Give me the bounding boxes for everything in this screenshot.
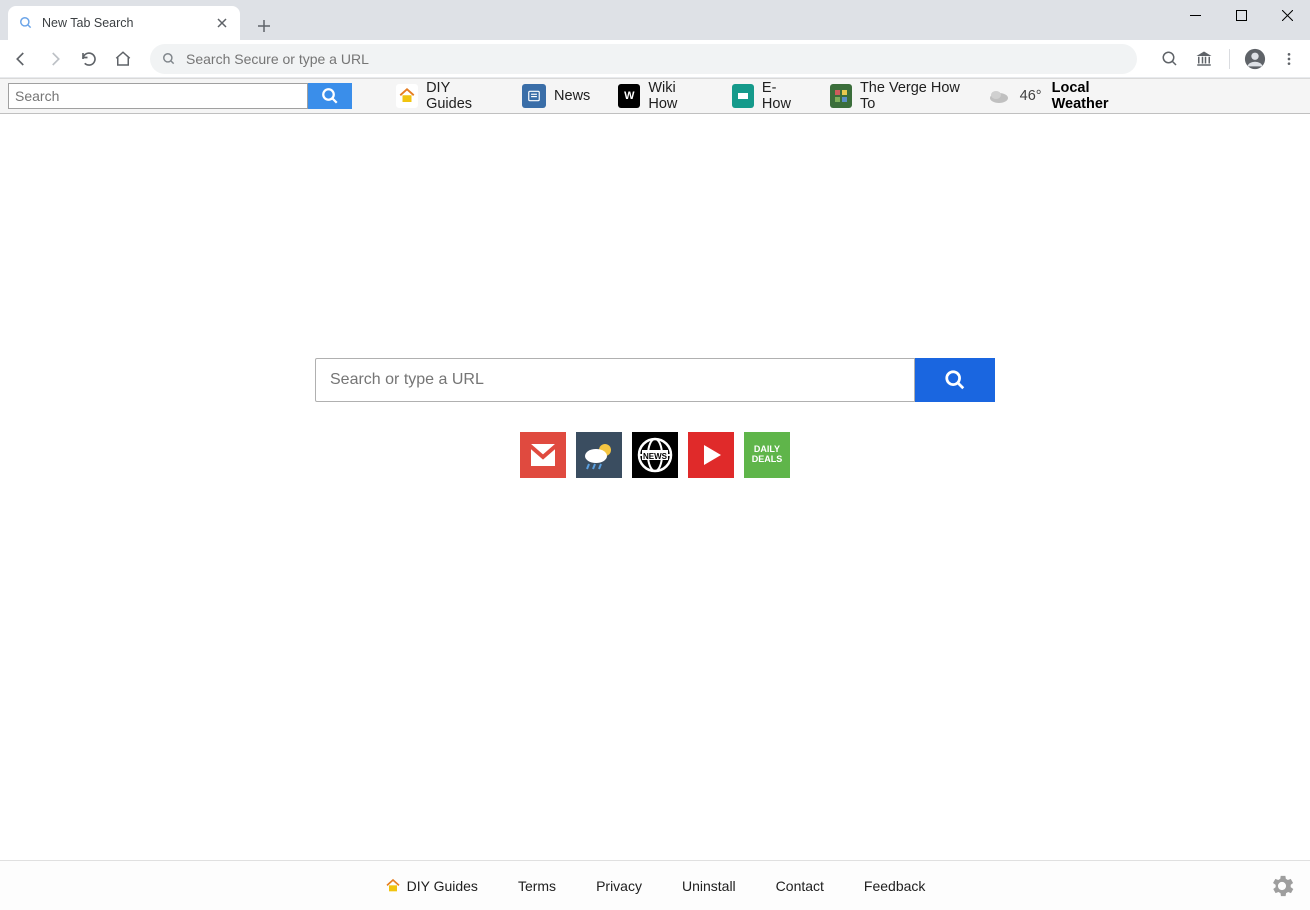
menu-dots-icon[interactable] — [1274, 44, 1304, 74]
ehow-icon — [732, 84, 754, 108]
ext-links: DIY Guides News W Wiki How E-How The Ver… — [396, 80, 970, 112]
tile-weather[interactable] — [576, 432, 622, 478]
center-search-button[interactable] — [915, 358, 995, 402]
browser-tab[interactable]: New Tab Search — [8, 6, 240, 40]
footer-link-label: Terms — [518, 878, 556, 894]
tile-youtube[interactable] — [688, 432, 734, 478]
footer-link-feedback[interactable]: Feedback — [864, 878, 925, 894]
museum-icon[interactable] — [1189, 44, 1219, 74]
svg-text:NEWS: NEWS — [643, 452, 668, 461]
ext-search-input[interactable] — [8, 83, 308, 109]
omnibox-input[interactable] — [186, 51, 1125, 67]
footer-link-label: Contact — [776, 878, 824, 894]
tile-gmail[interactable] — [520, 432, 566, 478]
cloud-icon — [988, 88, 1010, 104]
ext-link-label: News — [554, 88, 590, 104]
gmail-icon — [528, 444, 558, 466]
maximize-button[interactable] — [1218, 0, 1264, 30]
center-search — [315, 358, 995, 402]
ext-link-label: Wiki How — [648, 80, 704, 112]
ext-link-label: DIY Guides — [426, 80, 494, 112]
weather-icon — [581, 440, 617, 470]
footer-link-contact[interactable]: Contact — [776, 878, 824, 894]
toolbar-right — [1149, 44, 1304, 74]
weather-label: Local Weather — [1052, 80, 1142, 112]
tile-news[interactable]: NEWS — [632, 432, 678, 478]
tab-close-icon[interactable] — [214, 15, 230, 31]
new-tab-button[interactable] — [250, 12, 278, 40]
settings-gear-icon[interactable] — [1266, 870, 1298, 902]
quicklink-tiles: NEWS DAILYDEALS — [315, 432, 995, 478]
footer-link-label: Privacy — [596, 878, 642, 894]
footer-link-diy[interactable]: DIY Guides — [385, 878, 478, 894]
house-icon — [396, 84, 418, 108]
search-icon — [162, 52, 176, 66]
ext-link-wikihow[interactable]: W Wiki How — [618, 80, 704, 112]
footer-link-uninstall[interactable]: Uninstall — [682, 878, 736, 894]
ext-link-label: E-How — [762, 80, 802, 112]
footer-link-label: Feedback — [864, 878, 925, 894]
minimize-button[interactable] — [1172, 0, 1218, 30]
weather-widget[interactable]: 46° Local Weather — [988, 80, 1142, 112]
ext-search-button[interactable] — [308, 83, 352, 109]
ext-link-diy[interactable]: DIY Guides — [396, 80, 494, 112]
titlebar: New Tab Search — [0, 0, 1310, 40]
footer-link-label: Uninstall — [682, 878, 736, 894]
footer-link-privacy[interactable]: Privacy — [596, 878, 642, 894]
ext-link-ehow[interactable]: E-How — [732, 80, 802, 112]
forward-button[interactable] — [40, 44, 70, 74]
reload-button[interactable] — [74, 44, 104, 74]
wikipedia-icon: W — [618, 84, 640, 108]
center-search-wrap: NEWS DAILYDEALS — [315, 358, 995, 478]
house-icon — [385, 878, 401, 894]
zoom-icon[interactable] — [1155, 44, 1185, 74]
omnibox[interactable] — [150, 44, 1137, 74]
deals-label: DAILYDEALS — [752, 445, 783, 465]
ext-link-label: The Verge How To — [860, 80, 970, 112]
ext-link-verge[interactable]: The Verge How To — [830, 80, 970, 112]
ext-search-wrap — [8, 83, 352, 109]
play-icon — [698, 442, 724, 468]
verge-icon — [830, 84, 852, 108]
footer-link-label: DIY Guides — [407, 878, 478, 894]
ext-link-news[interactable]: News — [522, 84, 590, 108]
browser-toolbar — [0, 40, 1310, 78]
profile-icon[interactable] — [1240, 44, 1270, 74]
footer: DIY Guides Terms Privacy Uninstall Conta… — [0, 860, 1310, 910]
footer-link-terms[interactable]: Terms — [518, 878, 556, 894]
home-button[interactable] — [108, 44, 138, 74]
tabstrip: New Tab Search — [0, 6, 278, 40]
extension-toolbar: DIY Guides News W Wiki How E-How The Ver… — [0, 78, 1310, 114]
tab-title: New Tab Search — [42, 16, 134, 30]
window-controls — [1172, 0, 1310, 30]
search-favicon-icon — [18, 15, 34, 31]
close-window-button[interactable] — [1264, 0, 1310, 30]
news-icon — [522, 84, 546, 108]
tile-deals[interactable]: DAILYDEALS — [744, 432, 790, 478]
back-button[interactable] — [6, 44, 36, 74]
page-content: NEWS DAILYDEALS — [0, 114, 1310, 860]
separator — [1229, 49, 1230, 69]
globe-news-icon: NEWS — [636, 436, 674, 474]
weather-temp: 46° — [1020, 88, 1042, 104]
center-search-input[interactable] — [315, 358, 915, 402]
